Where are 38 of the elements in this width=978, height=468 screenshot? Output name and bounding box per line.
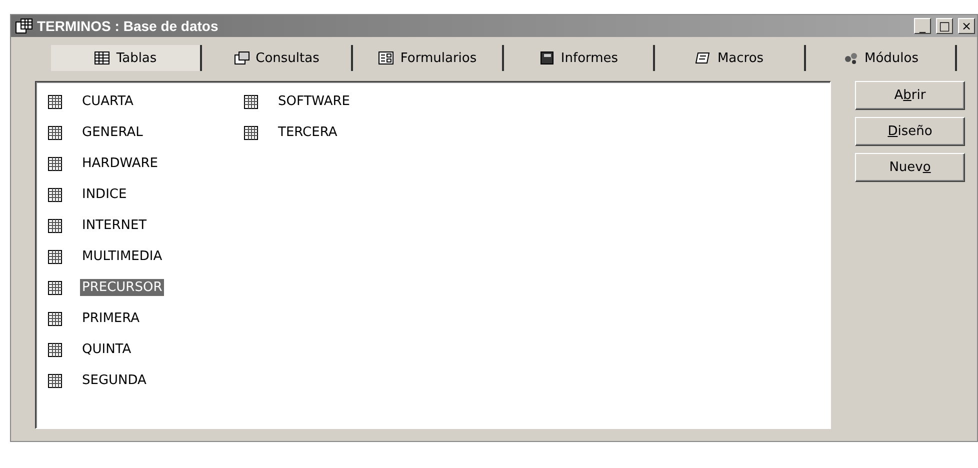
table-icon: [48, 94, 62, 108]
table-icon: [48, 374, 62, 388]
minimize-button[interactable]: _: [914, 18, 931, 34]
table-icon: [244, 126, 258, 140]
list-item[interactable]: GENERAL: [80, 124, 145, 141]
tab[interactable]: Tablas: [51, 45, 202, 71]
list-item[interactable]: TERCERA: [276, 124, 340, 141]
scroll-icon: [695, 51, 712, 65]
list-item[interactable]: INDICE: [80, 186, 129, 203]
table-icon: [48, 156, 62, 170]
stacked-tables-icon: [234, 51, 250, 65]
table-icon: [48, 280, 62, 294]
table-icon: [48, 126, 62, 140]
close-button[interactable]: ×: [958, 18, 975, 34]
list-item[interactable]: INTERNET: [80, 217, 149, 234]
list-item[interactable]: PRECURSOR: [80, 279, 164, 296]
list-item[interactable]: CUARTA: [80, 93, 136, 110]
list-item[interactable]: HARDWARE: [80, 155, 160, 172]
new-button[interactable]: Nuevo: [855, 153, 965, 182]
table-icon: [48, 188, 62, 202]
design-button[interactable]: Diseño: [855, 117, 965, 146]
table-icon: [48, 218, 62, 232]
list-item[interactable]: PRIMERA: [80, 310, 142, 327]
database-icon: [15, 18, 33, 34]
table-icon: [48, 250, 62, 264]
table-icon: [48, 342, 62, 356]
list-item[interactable]: MULTIMEDIA: [80, 248, 164, 265]
list-item[interactable]: SOFTWARE: [276, 93, 352, 110]
notebook-icon: [538, 51, 555, 65]
table-icon: [48, 312, 62, 326]
form-icon: [378, 51, 394, 65]
window-title: TERMINOS : Base de datos: [37, 18, 220, 34]
list-item[interactable]: SEGUNDA: [80, 372, 148, 389]
maximize-button[interactable]: □: [936, 18, 953, 34]
table-icon: [244, 94, 258, 108]
table-icon: [94, 51, 110, 65]
open-button[interactable]: Abrir: [855, 81, 965, 110]
list-item[interactable]: QUINTA: [80, 341, 134, 358]
